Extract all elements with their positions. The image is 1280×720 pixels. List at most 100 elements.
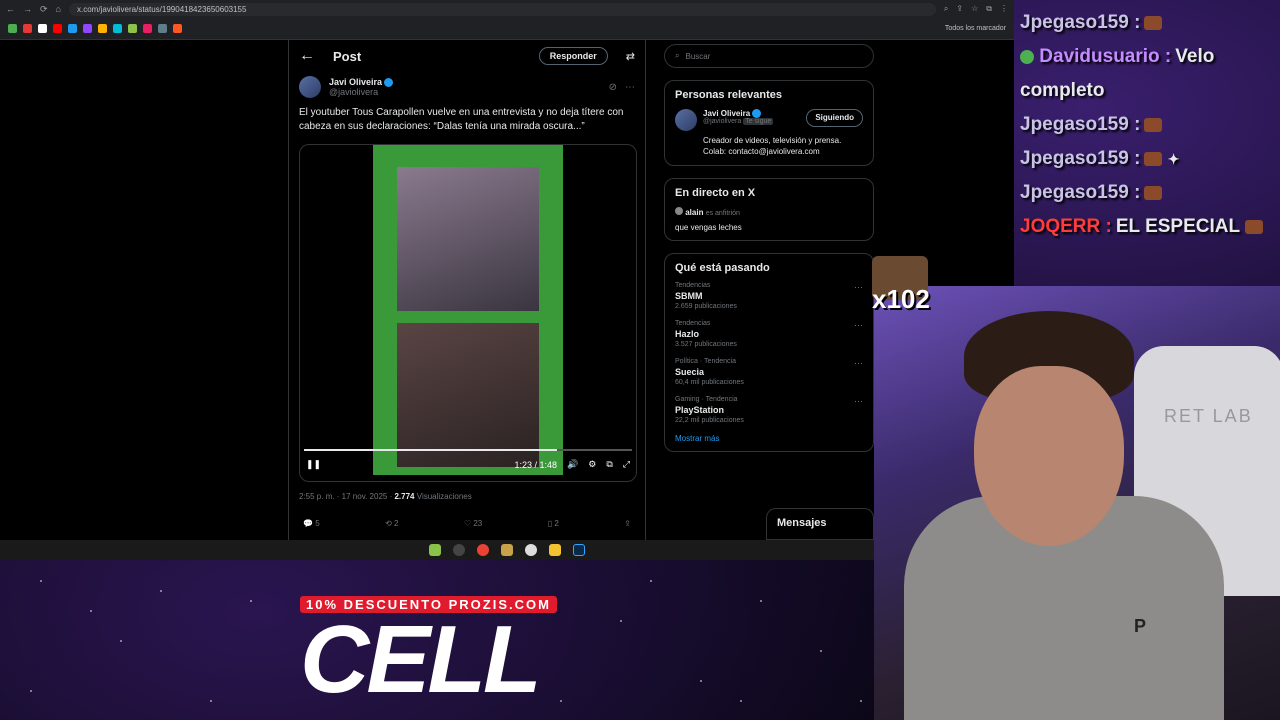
bookmark-icon[interactable] <box>128 24 137 33</box>
trend-item[interactable]: Gaming · Tendencia PlayStation 22,2 mil … <box>675 396 863 424</box>
gear-icon[interactable]: ⚙ <box>588 459 596 470</box>
trend-item[interactable]: Tendencias SBMM 2.659 publicaciones ⋯ <box>675 282 863 310</box>
views-label: Visualizaciones <box>416 492 472 501</box>
volume-icon[interactable]: 🔊 <box>567 459 578 470</box>
reaction-count: x102 <box>872 284 930 314</box>
bookmark-icon[interactable] <box>113 24 122 33</box>
app-icon[interactable] <box>501 544 513 556</box>
back-arrow-icon[interactable]: ← <box>299 47 315 65</box>
show-more-link[interactable]: Mostrar más <box>675 434 863 443</box>
bookmark-icon[interactable] <box>38 24 47 33</box>
post-author: Javi Oliveira @javiolivera ⊘ ⋯ <box>289 72 645 102</box>
browser-toolbar: ← → ⟳ ⌂ x.com/javiolivera/status/1990418… <box>0 0 1014 18</box>
star <box>860 700 862 702</box>
more-icon[interactable]: ⋯ <box>854 358 863 369</box>
star <box>620 620 622 622</box>
reload-icon[interactable]: ⟳ <box>40 4 48 15</box>
bookmark-icon[interactable] <box>98 24 107 33</box>
search-input[interactable]: ⌕ Buscar <box>664 44 874 68</box>
reply-action[interactable]: 💬 5 <box>303 519 320 528</box>
star <box>560 700 562 702</box>
extensions-icon[interactable]: ⧉ <box>986 4 992 14</box>
post-timestamp[interactable]: 2:55 p. m. · 17 nov. 2025 · <box>299 492 392 501</box>
emote-icon <box>1245 219 1264 234</box>
search-placeholder: Buscar <box>685 51 711 61</box>
sponsor-banner: 10% DESCUENTO PROZIS.COM CELL <box>300 596 557 708</box>
chat-username: Jpegaso159 : <box>1020 148 1141 169</box>
home-icon[interactable]: ⌂ <box>56 4 61 14</box>
following-button[interactable]: Siguiendo <box>806 109 863 127</box>
fullscreen-icon[interactable]: ⤢ <box>623 459 630 470</box>
trend-name: Hazlo <box>675 329 700 339</box>
pip-icon[interactable]: ⧉ <box>606 459 612 470</box>
grok-icon[interactable]: ⊘ <box>609 82 617 93</box>
live-item[interactable]: alain es anfitrión que vengas leches <box>675 207 863 232</box>
star <box>120 640 122 642</box>
post-text: El youtuber Tous Carapollen vuelve en un… <box>299 107 624 132</box>
person-handle[interactable]: @javiolivera <box>703 118 741 125</box>
bookmark-icon[interactable] <box>173 24 182 33</box>
app-icon[interactable] <box>525 544 537 556</box>
person-bio: Creador de videos, televisión y prensa. … <box>703 136 842 156</box>
bookmarks-bar: Todos los marcador <box>0 18 1014 40</box>
messages-drawer[interactable]: Mensajes <box>766 508 874 540</box>
trend-item[interactable]: Tendencias Hazlo 3.527 publicaciones ⋯ <box>675 320 863 348</box>
person-name[interactable]: Javi Oliveira <box>703 109 750 118</box>
trend-count: 60,4 mil publicaciones <box>675 379 744 386</box>
emote-icon <box>1144 117 1163 132</box>
star <box>820 650 822 652</box>
settings-icon[interactable]: ⇄ <box>626 50 635 63</box>
post-meta: 2:55 p. m. · 17 nov. 2025 · 2.774 Visual… <box>289 488 645 505</box>
bookmark-icon[interactable] <box>158 24 167 33</box>
avatar[interactable] <box>675 109 697 131</box>
trend-item[interactable]: Política · Tendencia Suecia 60,4 mil pub… <box>675 358 863 386</box>
menu-icon[interactable]: ⋮ <box>1000 4 1008 14</box>
more-icon[interactable]: ⋯ <box>854 282 863 293</box>
bookmark-icon[interactable] <box>23 24 32 33</box>
chat-message: Jpegaso159 : <box>1020 176 1274 210</box>
photoshop-icon[interactable] <box>573 544 585 556</box>
bookmark-icon[interactable] <box>53 24 62 33</box>
relevant-person[interactable]: Javi Oliveira @javiolivera Te sigue Sigu… <box>675 109 863 131</box>
taskbar <box>0 540 1014 560</box>
pause-icon[interactable]: ❚❚ <box>306 459 321 470</box>
like-action[interactable]: ♡ 23 <box>464 519 482 528</box>
back-icon[interactable]: ← <box>6 4 15 14</box>
video-player[interactable]: ❚❚ 1:23 / 1:48 🔊 ⚙ ⧉ ⤢ <box>299 144 637 482</box>
chat-message: Jpegaso159 : <box>1020 108 1274 142</box>
hoodie-logo: P <box>1134 616 1147 636</box>
address-bar[interactable]: x.com/javiolivera/status/199041842365060… <box>68 2 936 16</box>
share-icon[interactable]: ⇪ <box>956 4 963 14</box>
chrome-icon[interactable] <box>477 544 489 556</box>
video-frame <box>373 145 563 475</box>
bookmark-icon[interactable] <box>83 24 92 33</box>
post-header: ← Post Responder ⇄ <box>289 40 645 72</box>
video-progress-bar[interactable] <box>304 449 632 451</box>
repost-action[interactable]: ⟲ 2 <box>385 519 398 528</box>
more-icon[interactable]: ⋯ <box>854 320 863 331</box>
forward-icon[interactable]: → <box>23 4 32 14</box>
share-icon[interactable]: ⇪ <box>624 519 631 528</box>
star-icon[interactable]: ☆ <box>971 4 978 14</box>
bookmark-icon[interactable] <box>143 24 152 33</box>
repost-icon: ⟲ <box>385 519 392 528</box>
zoom-icon[interactable]: ⌕ <box>944 4 948 14</box>
avatar[interactable] <box>299 76 321 98</box>
bookmark-action[interactable]: ▯ 2 <box>548 519 559 528</box>
more-icon[interactable]: ⋯ <box>854 396 863 407</box>
all-bookmarks-label[interactable]: Todos los marcador <box>945 25 1006 32</box>
folder-icon[interactable] <box>549 544 561 556</box>
more-icon[interactable]: ⋯ <box>625 82 635 93</box>
webcam-feed: RET LAB P <box>874 286 1280 720</box>
emote-icon <box>1144 15 1163 30</box>
chat-message: Jpegaso159 : <box>1020 6 1274 40</box>
app-icon[interactable] <box>453 544 465 556</box>
author-handle[interactable]: @javiolivera <box>329 87 393 97</box>
trend-name: PlayStation <box>675 405 725 415</box>
author-name[interactable]: Javi Oliveira <box>329 77 382 87</box>
bookmark-icon[interactable] <box>8 24 17 33</box>
bookmark-icon[interactable] <box>68 24 77 33</box>
app-icon[interactable] <box>429 544 441 556</box>
heart-icon: ♡ <box>463 519 472 528</box>
reply-button[interactable]: Responder <box>538 47 608 65</box>
